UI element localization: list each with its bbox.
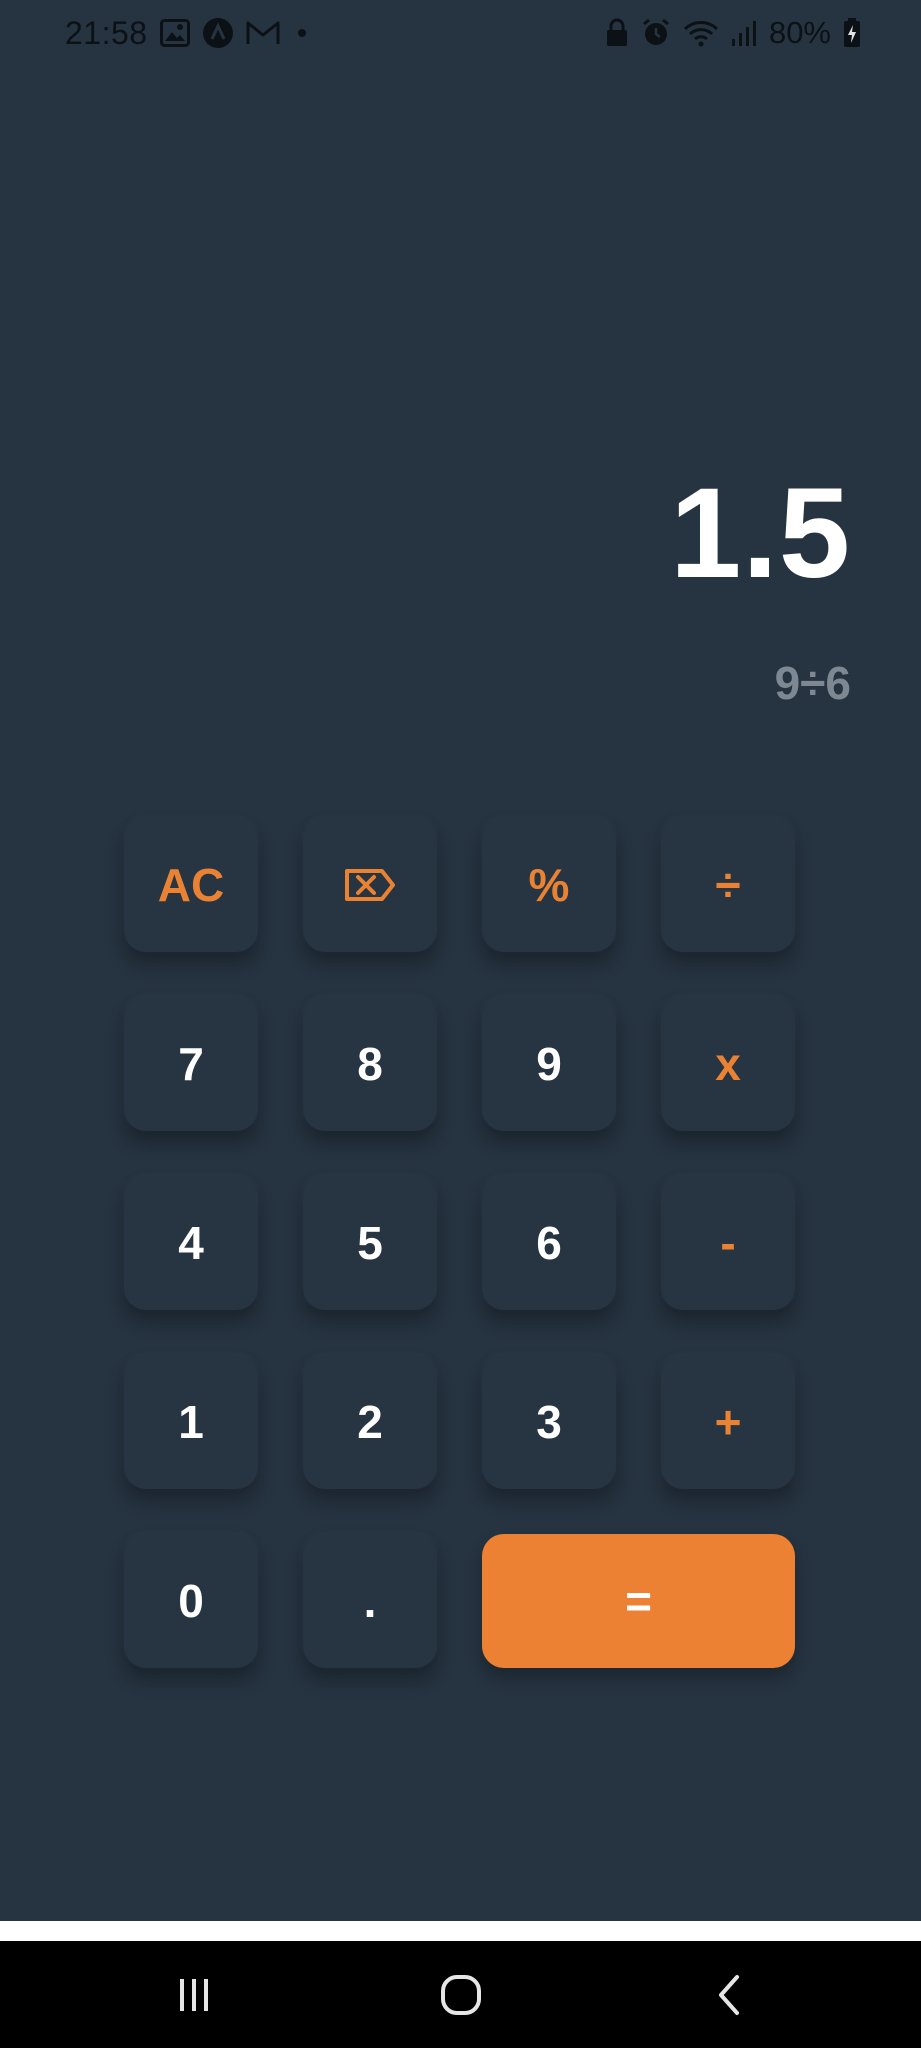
recent-apps-button[interactable] <box>149 1960 239 2030</box>
digit-8-button[interactable]: 8 <box>303 997 437 1131</box>
home-button[interactable] <box>416 1960 506 2030</box>
app-logo-icon <box>202 17 234 49</box>
expression-display: 9÷6 <box>774 657 851 709</box>
alarm-icon <box>641 18 671 48</box>
battery-charging-icon <box>843 18 861 48</box>
digit-7-button[interactable]: 7 <box>124 997 258 1131</box>
status-bar-left: 21:58 <box>65 15 312 52</box>
divide-button[interactable]: ÷ <box>661 818 795 952</box>
lock-icon <box>605 18 629 48</box>
subtract-button[interactable]: - <box>661 1176 795 1310</box>
decimal-button[interactable]: . <box>303 1534 437 1668</box>
backspace-icon <box>345 869 395 901</box>
digit-4-button[interactable]: 4 <box>124 1176 258 1310</box>
battery-percent: 80% <box>768 15 831 50</box>
home-icon <box>440 1974 481 2015</box>
add-button[interactable]: + <box>661 1355 795 1489</box>
keypad: AC % ÷ 7 8 9 x 4 5 6 - 1 2 3 + 0 . = <box>124 818 795 1668</box>
wifi-icon <box>683 19 719 47</box>
notification-dot-icon <box>292 23 312 43</box>
digit-6-button[interactable]: 6 <box>482 1176 616 1310</box>
navigation-bar <box>0 1941 921 2048</box>
clear-button[interactable]: AC <box>124 818 258 952</box>
status-time: 21:58 <box>65 14 148 51</box>
recent-apps-icon <box>179 1978 208 2011</box>
digit-3-button[interactable]: 3 <box>482 1355 616 1489</box>
result-display: 1.5 <box>670 462 851 605</box>
digit-1-button[interactable]: 1 <box>124 1355 258 1489</box>
digit-0-button[interactable]: 0 <box>124 1534 258 1668</box>
gallery-icon <box>159 19 190 47</box>
digit-9-button[interactable]: 9 <box>482 997 616 1131</box>
status-bar-right: 80% <box>605 15 861 51</box>
digit-2-button[interactable]: 2 <box>303 1355 437 1489</box>
percent-button[interactable]: % <box>482 818 616 952</box>
back-icon <box>718 1974 739 2015</box>
multiply-button[interactable]: x <box>661 997 795 1131</box>
bottom-divider <box>0 1921 921 1941</box>
equals-button[interactable]: = <box>482 1534 795 1668</box>
backspace-button[interactable] <box>303 818 437 952</box>
digit-5-button[interactable]: 5 <box>303 1176 437 1310</box>
calculator-screen: 21:58 80% 1.5 9÷6 AC % ÷ 7 8 9 x 4 5 6 -… <box>0 0 921 2048</box>
back-button[interactable] <box>683 1960 773 2030</box>
gmail-icon <box>246 20 280 46</box>
status-bar: 21:58 80% <box>0 0 921 66</box>
signal-icon <box>731 19 757 47</box>
